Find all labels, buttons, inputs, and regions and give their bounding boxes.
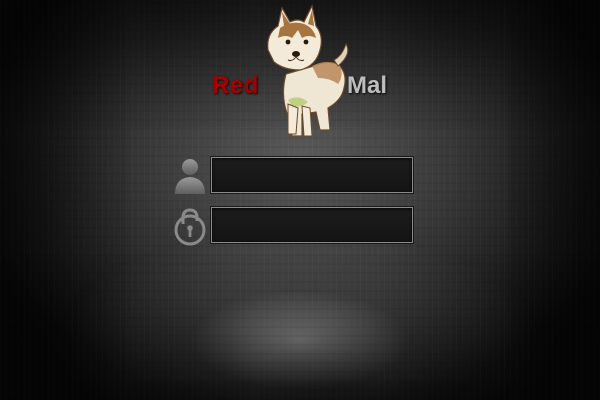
username-input[interactable] — [211, 157, 413, 193]
logo-text-red: Red — [212, 72, 259, 99]
app-logo: Red Mal — [205, 4, 415, 140]
password-input[interactable] — [211, 207, 413, 243]
login-screen: Red Mal — [0, 0, 600, 400]
password-row — [172, 206, 422, 246]
padlock-icon — [174, 208, 206, 246]
husky-puppy-icon — [267, 4, 349, 137]
logo-text-mal: Mal — [347, 72, 388, 99]
username-row — [172, 156, 422, 196]
user-icon — [175, 159, 205, 194]
